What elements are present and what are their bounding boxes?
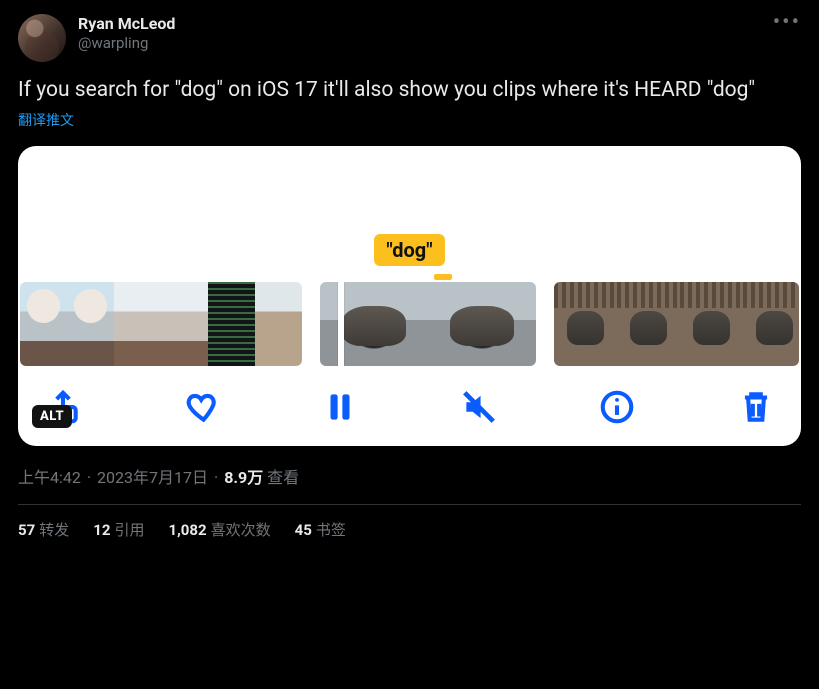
bookmarks-label: 书签 <box>316 521 346 539</box>
timeline-frame <box>114 282 161 366</box>
avatar[interactable] <box>18 14 66 62</box>
quotes-count: 12 <box>93 521 110 539</box>
playhead[interactable] <box>338 282 344 366</box>
stat-retweets[interactable]: 57转发 <box>18 519 69 540</box>
tweet-meta: 上午4:42 · 2023年7月17日 · 8.9万 查看 <box>18 464 801 488</box>
tweet-date[interactable]: 2023年7月17日 <box>97 464 208 488</box>
timeline-frame <box>67 282 114 366</box>
tweet-stats: 57转发 12引用 1,082 喜欢次数 45书签 <box>18 505 801 540</box>
mute-icon[interactable] <box>460 388 498 426</box>
tweet-time[interactable]: 上午4:42 <box>18 464 81 488</box>
clipset-active[interactable] <box>320 282 536 366</box>
clipset[interactable] <box>20 282 302 366</box>
alt-badge[interactable]: ALT <box>32 405 72 428</box>
tweet: Ryan McLeod @warpling ••• If you search … <box>0 0 819 540</box>
views[interactable]: 8.9万 查看 <box>224 464 299 488</box>
views-count: 8.9万 <box>224 468 263 487</box>
retweets-label: 转发 <box>39 521 69 539</box>
stat-bookmarks[interactable]: 45书签 <box>295 519 346 540</box>
author-block[interactable]: Ryan McLeod @warpling <box>78 14 175 53</box>
info-icon[interactable] <box>598 388 636 426</box>
timeline-frame <box>554 282 617 366</box>
bookmarks-count: 45 <box>295 521 312 539</box>
likes-count: 1,082 <box>168 521 206 539</box>
handle: @warpling <box>78 34 175 53</box>
quotes-label: 引用 <box>114 521 144 539</box>
display-name: Ryan McLeod <box>78 14 175 34</box>
keyword-tag-row: "dog" <box>18 236 801 272</box>
tweet-text: If you search for "dog" on iOS 17 it'll … <box>18 76 801 104</box>
video-timeline[interactable] <box>18 272 801 366</box>
timeline-frame <box>320 282 428 366</box>
media-card-top <box>18 146 801 236</box>
tweet-header: Ryan McLeod @warpling ••• <box>18 14 801 62</box>
timeline-frame <box>255 282 302 366</box>
pause-icon[interactable] <box>321 388 359 426</box>
trash-icon[interactable] <box>737 388 775 426</box>
views-label: 查看 <box>267 468 299 487</box>
timeline-frame <box>428 282 536 366</box>
timeline-frame <box>743 282 799 366</box>
timeline-frame <box>617 282 680 366</box>
media-card[interactable]: "dog" <box>18 146 801 446</box>
keyword-tick-icon <box>434 274 452 280</box>
stat-likes[interactable]: 1,082 喜欢次数 <box>168 519 270 540</box>
timeline-frame <box>20 282 67 366</box>
keyword-tag: "dog" <box>374 234 444 266</box>
retweets-count: 57 <box>18 521 35 539</box>
clipset[interactable] <box>554 282 799 366</box>
separator: · <box>87 468 91 487</box>
separator: · <box>214 468 218 487</box>
translate-link[interactable]: 翻译推文 <box>18 110 74 130</box>
timeline-frame <box>680 282 743 366</box>
media-toolbar <box>18 366 801 434</box>
heart-icon[interactable] <box>183 388 221 426</box>
timeline-frame <box>161 282 208 366</box>
timeline-frame <box>208 282 255 366</box>
stat-quotes[interactable]: 12引用 <box>93 519 144 540</box>
likes-label: 喜欢次数 <box>211 521 271 539</box>
more-icon[interactable]: ••• <box>773 14 801 28</box>
